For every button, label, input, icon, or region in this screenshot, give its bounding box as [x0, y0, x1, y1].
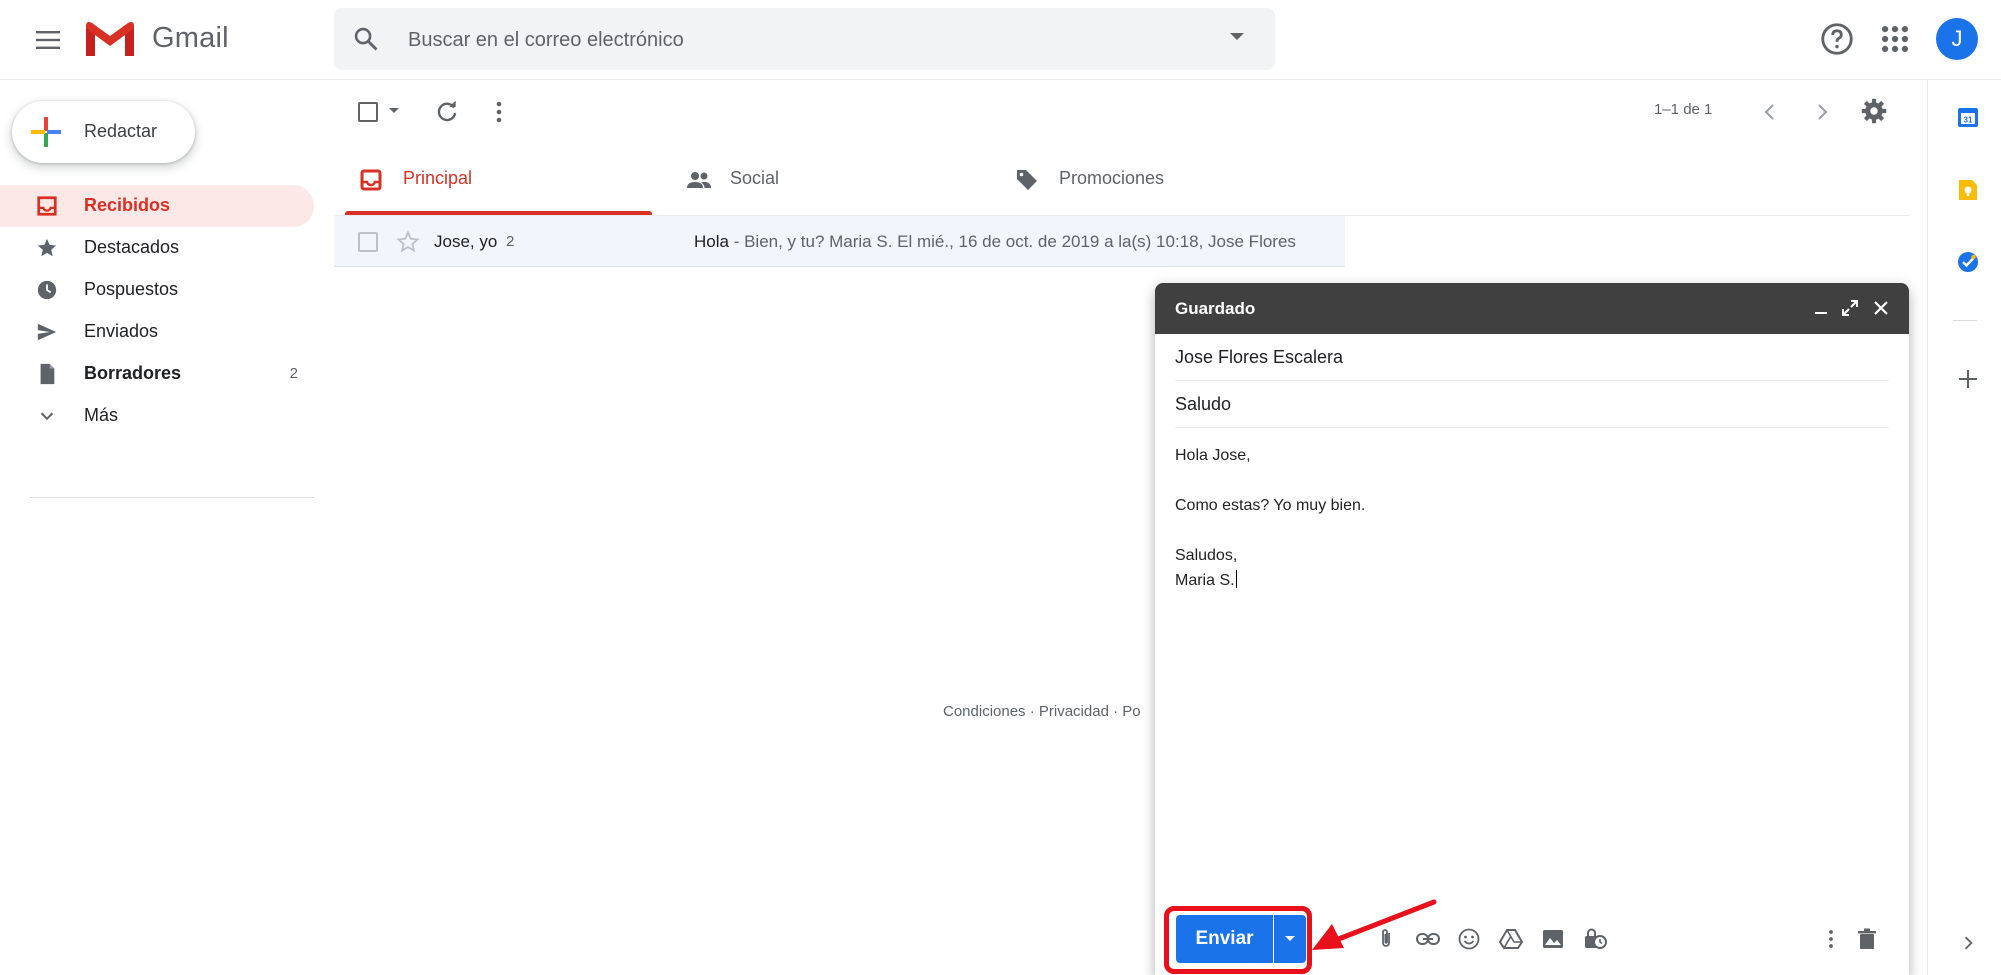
pagination-text: 1–1 de 1 — [1654, 101, 1713, 118]
chevron-right-icon[interactable] — [1810, 100, 1834, 124]
tab-social[interactable]: Social — [672, 143, 979, 216]
draft-icon — [36, 363, 58, 385]
search-input[interactable] — [408, 26, 1188, 54]
body-line: Maria S. — [1175, 572, 1235, 589]
settings-gear-icon[interactable] — [1860, 97, 1888, 125]
tab-promociones[interactable]: Promociones — [1001, 143, 1308, 216]
more-options-icon[interactable] — [1823, 927, 1839, 951]
sidebar-item-destacados[interactable]: Destacados — [0, 227, 314, 269]
search-options-caret-icon[interactable] — [1229, 32, 1245, 42]
google-apps-icon[interactable] — [1878, 22, 1912, 56]
chevron-left-icon[interactable] — [1758, 100, 1782, 124]
sidebar-item-recibidos[interactable]: Recibidos — [0, 185, 314, 227]
inbox-icon — [36, 195, 58, 217]
sidebar-item-label: Más — [84, 405, 119, 425]
side-panel-divider — [1953, 320, 1977, 321]
select-all-checkbox[interactable] — [358, 102, 378, 122]
tab-principal[interactable]: Principal — [345, 143, 652, 216]
minimize-icon[interactable] — [1812, 299, 1830, 317]
photo-icon[interactable] — [1541, 927, 1565, 951]
text-cursor — [1235, 570, 1237, 588]
side-panel: 31 — [1927, 80, 2001, 975]
trash-icon[interactable] — [1855, 927, 1879, 951]
star-icon — [36, 237, 58, 259]
email-snippet: - Bien, y tu? Maria S. El mié., 16 de oc… — [728, 232, 1296, 251]
to-field[interactable]: Jose Flores Escalera — [1175, 334, 1889, 381]
confidential-mode-icon[interactable] — [1583, 927, 1609, 951]
sidebar-divider — [30, 497, 314, 498]
subject-value: Saludo — [1175, 394, 1232, 414]
body-line — [1175, 468, 1889, 493]
body-line: Como estas? Yo muy bien. — [1175, 497, 1366, 514]
select-caret-icon[interactable] — [388, 107, 400, 115]
tab-label: Social — [730, 168, 780, 188]
compose-title: Guardado — [1175, 299, 1256, 318]
email-subject: Hola — [694, 232, 729, 251]
table-row[interactable]: Jose, yo 2 Hola - Bien, y tu? Maria S. E… — [334, 216, 1345, 267]
row-checkbox[interactable] — [358, 232, 378, 252]
tab-label: Principal — [403, 168, 473, 188]
sidebar-item-label: Borradores — [84, 363, 182, 383]
tasks-icon[interactable] — [1957, 251, 1979, 273]
recipient: Jose Flores Escalera — [1175, 347, 1344, 367]
add-addon-icon[interactable] — [1957, 368, 1979, 390]
search-bar[interactable] — [334, 8, 1275, 70]
thread-count: 2 — [506, 233, 515, 250]
people-icon — [686, 168, 712, 192]
send-icon — [36, 321, 58, 343]
footer-links[interactable]: Condiciones · Privacidad · Po — [943, 703, 1141, 720]
clock-icon — [36, 279, 58, 301]
sidebar-item-label: Recibidos — [84, 195, 171, 215]
chevron-right-icon[interactable] — [1958, 933, 1978, 953]
expand-icon[interactable] — [1841, 299, 1859, 317]
compose-window: Guardado Jose Flores Escalera Saludo Hol… — [1155, 283, 1909, 975]
tab-label: Promociones — [1059, 168, 1165, 188]
sidebar-item-label: Destacados — [84, 237, 180, 257]
refresh-icon[interactable] — [434, 99, 460, 125]
body-line-last: Maria S. — [1175, 568, 1889, 593]
tag-icon — [1015, 168, 1039, 192]
gmail-logo-text: Gmail — [152, 22, 229, 54]
email-preview: Hola - Bien, y tu? Maria S. El mié., 16 … — [694, 232, 1340, 252]
pointer-arrow-icon — [1308, 898, 1438, 956]
sidebar-item-label: Pospuestos — [84, 279, 179, 299]
more-options-icon[interactable] — [491, 99, 507, 125]
draft-count: 2 — [289, 365, 298, 382]
calendar-icon[interactable]: 31 — [1957, 106, 1979, 128]
star-outline-icon[interactable] — [396, 230, 420, 254]
sidebar-item-label: Enviados — [84, 321, 159, 341]
email-sender: Jose, yo — [434, 232, 498, 251]
top-bar: Gmail J — [0, 0, 2001, 80]
svg-text:31: 31 — [1964, 116, 1973, 125]
chevron-down-icon — [36, 405, 58, 427]
close-icon[interactable] — [1872, 299, 1890, 317]
drive-icon[interactable] — [1499, 927, 1523, 951]
body-line — [1175, 518, 1889, 543]
message-body[interactable]: Hola Jose, Como estas? Yo muy bien. Salu… — [1175, 443, 1889, 593]
highlight-box — [1164, 906, 1312, 974]
compose-button-label: Redactar — [84, 121, 158, 141]
emoji-icon[interactable] — [1457, 927, 1481, 951]
plus-icon — [30, 116, 62, 148]
gmail-logo-icon[interactable] — [84, 18, 136, 58]
help-icon[interactable] — [1818, 20, 1856, 58]
body-line: Saludos, — [1175, 547, 1238, 564]
search-icon[interactable] — [352, 25, 380, 53]
keep-icon[interactable] — [1957, 179, 1979, 201]
sidebar-item-pospuestos[interactable]: Pospuestos — [0, 269, 314, 311]
subject-field[interactable]: Saludo — [1175, 381, 1889, 428]
account-avatar[interactable]: J — [1936, 18, 1978, 60]
sidebar-item-enviados[interactable]: Enviados — [0, 311, 314, 353]
sidebar-item-borradores[interactable]: Borradores 2 — [0, 353, 314, 395]
main-menu-icon[interactable] — [28, 20, 68, 60]
compose-header[interactable]: Guardado — [1155, 283, 1909, 334]
inbox-icon — [359, 168, 383, 192]
body-line: Hola Jose, — [1175, 447, 1251, 464]
sidebar-item-mas[interactable]: Más — [0, 395, 314, 437]
compose-button[interactable]: Redactar — [12, 101, 195, 163]
